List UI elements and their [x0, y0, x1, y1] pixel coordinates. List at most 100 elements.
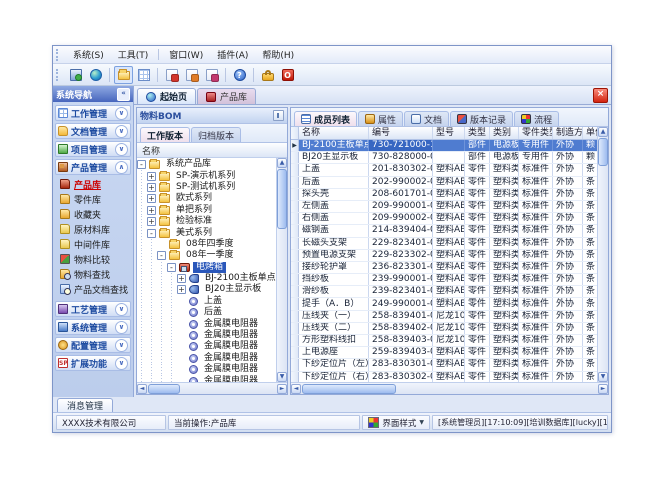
detail-tab-版本记录[interactable]: 版本记录: [450, 111, 513, 126]
scrollbar-thumb[interactable]: [302, 384, 396, 394]
menubar-grip[interactable]: [56, 49, 62, 61]
sidebar-item-零件库[interactable]: 零件库: [60, 192, 131, 206]
scroll-right-icon[interactable]: ►: [277, 384, 287, 394]
table-row[interactable]: 上电源座259-839403-00X塑料ABS零件塑料类标准件外协条: [291, 347, 597, 359]
scroll-up-icon[interactable]: ▲: [598, 127, 608, 137]
sidebar-item-产品文档查找[interactable]: 产品文档查找: [60, 282, 131, 296]
chevron-down-icon[interactable]: ∨: [115, 357, 128, 370]
tree-node-金属膜电阻器[interactable]: 金属膜电阻器: [137, 375, 276, 382]
sidebar-item-产品库[interactable]: 产品库: [60, 177, 131, 191]
scrollbar-thumb[interactable]: [148, 384, 180, 394]
toolbar-button-lock[interactable]: [258, 66, 277, 84]
toolbar-button-grid-view[interactable]: [134, 66, 153, 84]
scrollbar-thumb[interactable]: [277, 169, 287, 229]
sidebar-item-物料查找[interactable]: 物料查找: [60, 267, 131, 281]
chevron-down-icon[interactable]: ∨: [115, 303, 128, 316]
table-row[interactable]: 预置电源支架229-823302-00X塑料ABS零件塑料类标准件外协条: [291, 250, 597, 262]
table-row[interactable]: 接纱轮护罩236-823301-00X塑料ABS零件塑料类标准件外协条: [291, 262, 597, 274]
scroll-down-icon[interactable]: ▼: [598, 372, 608, 382]
toolbar-button-exit[interactable]: [278, 66, 297, 84]
tree-node-SP-演示机系列[interactable]: +SP-演示机系列: [137, 170, 276, 181]
table-row[interactable]: 上盖201-830302-00X塑料ABS零件塑料类标准件外协条: [291, 164, 597, 176]
bom-tree-vertical-scrollbar[interactable]: ▲ ▼: [276, 158, 287, 382]
expand-icon[interactable]: +: [177, 274, 186, 283]
bom-tree-column-header[interactable]: 名称: [137, 143, 287, 158]
sidebar-group-header-5[interactable]: 系统管理∨: [55, 319, 131, 335]
column-header-制造方式[interactable]: 制造方式: [553, 127, 583, 139]
column-header-类别[interactable]: 类别: [490, 127, 519, 139]
expand-icon[interactable]: +: [177, 285, 186, 294]
scroll-right-icon[interactable]: ►: [598, 384, 608, 394]
collapse-icon[interactable]: -: [147, 229, 156, 238]
column-header-型号[interactable]: 型号: [433, 127, 465, 139]
tree-node-08年四季度[interactable]: 08年四季度: [137, 239, 276, 250]
chevron-down-icon[interactable]: ∨: [115, 107, 128, 120]
tree-node-美式系列[interactable]: -美式系列: [137, 227, 276, 238]
table-row[interactable]: 压线夹（一）258-839401-00X尼龙1010零件塑料类标准件外协条: [291, 311, 597, 323]
toolbar-button-doc-new[interactable]: [162, 66, 181, 84]
tree-node-BJ20主显示板[interactable]: +BJ20主显示板: [137, 284, 276, 295]
toolbar-button-help[interactable]: [230, 66, 249, 84]
detail-tab-属性[interactable]: 属性: [358, 111, 403, 126]
detail-tab-流程[interactable]: 流程: [514, 111, 559, 126]
expand-icon[interactable]: +: [147, 183, 156, 192]
tree-node-金属膜电阻器[interactable]: 金属膜电阻器: [137, 318, 276, 329]
collapse-icon[interactable]: -: [137, 160, 146, 169]
tree-node-金属膜电阻器[interactable]: 金属膜电阻器: [137, 330, 276, 341]
sidebar-item-收藏夹[interactable]: 收藏夹: [60, 207, 131, 221]
expand-icon[interactable]: +: [147, 217, 156, 226]
bom-tab-归档版本[interactable]: 归档版本: [191, 127, 241, 142]
tree-node-检验标准[interactable]: +检验标准: [137, 216, 276, 227]
table-row[interactable]: 滑纱板239-823401-00X塑料ABS零件塑料类标准件外协条: [291, 286, 597, 298]
doc-tab-起始页[interactable]: 起始页: [137, 88, 196, 104]
table-row[interactable]: 提手（A．B）249-990001-01X塑料ABS零件塑料类标准件外协条: [291, 298, 597, 310]
toolbar-button-system-monitor[interactable]: [66, 66, 85, 84]
toolbar-button-globe[interactable]: [86, 66, 105, 84]
ui-style-dropdown[interactable]: 界面样式 ▼: [362, 415, 430, 430]
expand-icon[interactable]: +: [147, 194, 156, 203]
scroll-down-icon[interactable]: ▼: [277, 372, 287, 382]
sidebar-item-中间件库[interactable]: 中间件库: [60, 237, 131, 251]
tree-node-电烤箱[interactable]: -电烤箱: [137, 262, 276, 273]
collapse-icon[interactable]: -: [167, 263, 176, 272]
toolbar-button-doc-import[interactable]: [182, 66, 201, 84]
table-horizontal-scrollbar[interactable]: ◄ ►: [291, 382, 608, 394]
table-row[interactable]: 下纱定位片（左）283-830301-00X塑料ABS零件塑料类标准件外协条: [291, 359, 597, 371]
chevron-down-icon[interactable]: ∨: [115, 339, 128, 352]
chevron-down-icon[interactable]: ∨: [115, 125, 128, 138]
tree-node-金属膜电阻器[interactable]: 金属膜电阻器: [137, 353, 276, 364]
table-row[interactable]: 下纱定位片（右）283-830302-00X塑料ABS零件塑料类标准件外协条: [291, 372, 597, 382]
menu-item-3[interactable]: 插件(A): [210, 47, 255, 62]
bom-tree-horizontal-scrollbar[interactable]: ◄ ►: [137, 382, 287, 394]
chevron-down-icon[interactable]: ∨: [115, 143, 128, 156]
menu-item-0[interactable]: 系统(S): [66, 47, 111, 62]
tree-node-08年一季度[interactable]: -08年一季度: [137, 250, 276, 261]
sidebar-group-header-2[interactable]: 项目管理∨: [55, 141, 131, 157]
tree-node-欧式系列[interactable]: +欧式系列: [137, 193, 276, 204]
sidebar-collapse-button[interactable]: «: [117, 88, 130, 101]
column-header-编号[interactable]: 编号: [369, 127, 433, 139]
bom-tab-工作版本[interactable]: 工作版本: [140, 127, 190, 142]
doc-tab-产品库[interactable]: 产品库: [197, 88, 256, 104]
close-icon[interactable]: ×: [593, 88, 608, 103]
tree-node-系统产品库[interactable]: -系统产品库: [137, 159, 276, 170]
tree-node-上盖[interactable]: 上盖: [137, 296, 276, 307]
menu-item-2[interactable]: 窗口(W): [162, 47, 210, 62]
message-manager-tab[interactable]: 消息管理: [57, 398, 113, 412]
sidebar-group-header-0[interactable]: 工作管理∨: [55, 105, 131, 121]
menu-item-1[interactable]: 工具(T): [111, 47, 156, 62]
tree-node-金属膜电阻器[interactable]: 金属膜电阻器: [137, 341, 276, 352]
toolbar-grip[interactable]: [56, 69, 62, 81]
detail-tab-成员列表[interactable]: 成员列表: [294, 111, 357, 126]
column-header-单位[interactable]: 单位: [583, 127, 597, 139]
table-vertical-scrollbar[interactable]: ▲ ▼: [597, 127, 608, 382]
menu-item-4[interactable]: 帮助(H): [255, 47, 301, 62]
table-row[interactable]: 压线夹（二）258-839402-00X尼龙1010零件塑料类标准件外协条: [291, 323, 597, 335]
table-row[interactable]: BJ20主显示板730-828000-04X部件电源板专用件外协颗: [291, 152, 597, 164]
tree-node-单把系列[interactable]: +单把系列: [137, 205, 276, 216]
expand-icon[interactable]: +: [147, 206, 156, 215]
column-header-零件类型[interactable]: 零件类型: [519, 127, 553, 139]
chevron-down-icon[interactable]: ∨: [115, 321, 128, 334]
table-row[interactable]: 右侧盖209-990002-01X塑料ABS零件塑料类标准件外协条: [291, 213, 597, 225]
table-row[interactable]: 磁钢盖214-839404-01X塑料ABS零件塑料类标准件外协条: [291, 225, 597, 237]
